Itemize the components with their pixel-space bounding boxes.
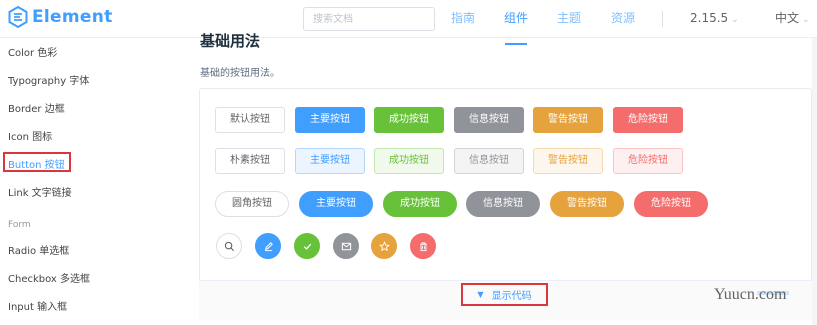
round-success-button[interactable]: 成功按钮 bbox=[383, 191, 457, 217]
danger-button[interactable]: 危险按钮 bbox=[613, 107, 683, 133]
circle-search-button[interactable] bbox=[216, 233, 242, 259]
sidebar-item-link[interactable]: Link 文字链接 bbox=[8, 184, 72, 199]
section-description: 基础的按钮用法。 bbox=[200, 68, 280, 79]
message-icon bbox=[341, 242, 351, 250]
star-icon bbox=[378, 240, 390, 251]
round-default-button[interactable]: 圆角按钮 bbox=[215, 191, 289, 217]
plain-success-button[interactable]: 成功按钮 bbox=[374, 148, 444, 174]
language-dropdown[interactable]: 中文 ⌄ bbox=[775, 0, 810, 38]
logo-text: Element bbox=[32, 7, 113, 27]
circle-check-button[interactable] bbox=[294, 233, 320, 259]
circle-message-button[interactable] bbox=[333, 233, 359, 259]
watermark-text: Yuucn.com bbox=[714, 286, 787, 303]
sidebar-highlight-box bbox=[3, 152, 71, 172]
success-button[interactable]: 成功按钮 bbox=[374, 107, 444, 133]
info-button[interactable]: 信息按钮 bbox=[454, 107, 524, 133]
caret-down-icon: ▼ bbox=[477, 290, 484, 299]
sidebar-item-checkbox[interactable]: Checkbox 多选框 bbox=[8, 270, 90, 285]
nav-divider bbox=[662, 11, 663, 27]
search-input[interactable] bbox=[303, 7, 435, 31]
plain-info-button[interactable]: 信息按钮 bbox=[454, 148, 524, 174]
nav-active-underline bbox=[505, 43, 527, 45]
plain-default-button[interactable]: 朴素按钮 bbox=[215, 148, 285, 174]
plain-warning-button[interactable]: 警告按钮 bbox=[533, 148, 603, 174]
version-label: 2.15.5 bbox=[690, 11, 729, 25]
chevron-down-icon: ⌄ bbox=[802, 15, 810, 25]
edit-icon bbox=[264, 241, 273, 251]
primary-button[interactable]: 主要按钮 bbox=[295, 107, 365, 133]
sidebar-item-icon[interactable]: Icon 图标 bbox=[8, 128, 52, 143]
element-logo-icon bbox=[8, 6, 28, 28]
nav-component[interactable]: 组件 bbox=[504, 0, 528, 38]
version-dropdown[interactable]: 2.15.5 ⌄ bbox=[690, 0, 739, 38]
check-icon bbox=[303, 243, 311, 250]
round-danger-button[interactable]: 危险按钮 bbox=[634, 191, 708, 217]
plain-danger-button[interactable]: 危险按钮 bbox=[613, 148, 683, 174]
top-header: Element 指南 组件 主题 资源 2.15.5⌄ 中文⌄ bbox=[0, 0, 817, 38]
scrollbar[interactable] bbox=[812, 38, 817, 325]
default-button[interactable]: 默认按钮 bbox=[215, 107, 285, 133]
round-warning-button[interactable]: 警告按钮 bbox=[550, 191, 624, 217]
delete-icon bbox=[419, 241, 427, 251]
show-code-button[interactable]: ▼ 显示代码 bbox=[461, 283, 548, 306]
nav-guide[interactable]: 指南 bbox=[451, 0, 475, 38]
circle-star-button[interactable] bbox=[371, 233, 397, 259]
sidebar-item-radio[interactable]: Radio 单选框 bbox=[8, 242, 69, 257]
section-title: 基础用法 bbox=[200, 32, 261, 50]
search-icon bbox=[224, 241, 234, 251]
nav-theme[interactable]: 主题 bbox=[557, 0, 581, 38]
round-primary-button[interactable]: 主要按钮 bbox=[299, 191, 373, 217]
show-code-label: 显示代码 bbox=[491, 291, 532, 302]
chevron-down-icon: ⌄ bbox=[731, 15, 739, 25]
plain-primary-button[interactable]: 主要按钮 bbox=[295, 148, 365, 174]
language-label: 中文 bbox=[775, 11, 800, 25]
sidebar-item-typography[interactable]: Typography 字体 bbox=[8, 72, 89, 87]
element-logo[interactable]: Element bbox=[8, 6, 113, 28]
warning-button[interactable]: 警告按钮 bbox=[533, 107, 603, 133]
sidebar-item-input[interactable]: Input 输入框 bbox=[8, 298, 67, 313]
nav-resource[interactable]: 资源 bbox=[611, 0, 635, 38]
circle-edit-button[interactable] bbox=[255, 233, 281, 259]
sidebar-group-form: Form bbox=[8, 220, 31, 230]
sidebar: Color 色彩 Typography 字体 Border 边框 Icon 图标… bbox=[0, 38, 190, 325]
sidebar-item-color[interactable]: Color 色彩 bbox=[8, 44, 57, 59]
sidebar-item-border[interactable]: Border 边框 bbox=[8, 100, 65, 115]
round-info-button[interactable]: 信息按钮 bbox=[466, 191, 540, 217]
circle-delete-button[interactable] bbox=[410, 233, 436, 259]
